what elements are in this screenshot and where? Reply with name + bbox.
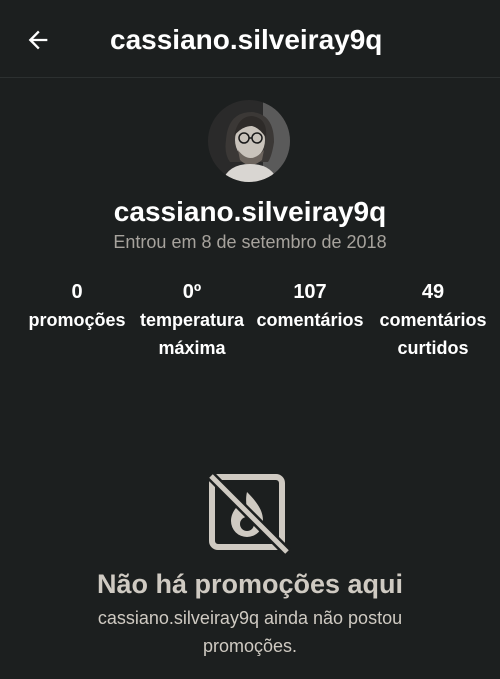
stat-value: 0 (71, 281, 83, 303)
stat-label: comentários (256, 310, 364, 330)
stat-liked-comments[interactable]: 49 comentários curtidos (370, 278, 496, 362)
arrow-left-icon (28, 30, 48, 50)
back-button[interactable] (14, 20, 62, 60)
stat-max-temperature[interactable]: 0º temperatura máxima (134, 278, 250, 362)
stat-value: 107 (293, 281, 327, 303)
profile-username: cassiano.silveiray9q (113, 196, 387, 227)
stat-comments[interactable]: 107 comentários (250, 278, 370, 334)
profile-stats: 0 promoções 0º temperatura máxima 107 co… (0, 278, 500, 368)
top-app-bar: cassiano.silveiray9q (0, 0, 500, 78)
empty-state-subtitle: cassiano.silveiray9q ainda não postou pr… (97, 608, 403, 656)
stat-label: comentários curtidos (379, 310, 487, 358)
avatar[interactable] (208, 100, 290, 182)
stat-promotions[interactable]: 0 promoções (20, 278, 134, 334)
user-avatar-photo (208, 100, 290, 182)
page-title: cassiano.silveiray9q (110, 24, 383, 55)
no-promotions-icon (207, 472, 291, 556)
stat-label: promoções (28, 310, 126, 330)
stat-value: 0º (182, 281, 202, 303)
empty-state-title: Não há promoções aqui (96, 569, 404, 599)
stat-label: temperatura máxima (139, 310, 245, 358)
stat-value: 49 (421, 281, 445, 303)
profile-join-date: Entrou em 8 de setembro de 2018 (113, 232, 387, 252)
